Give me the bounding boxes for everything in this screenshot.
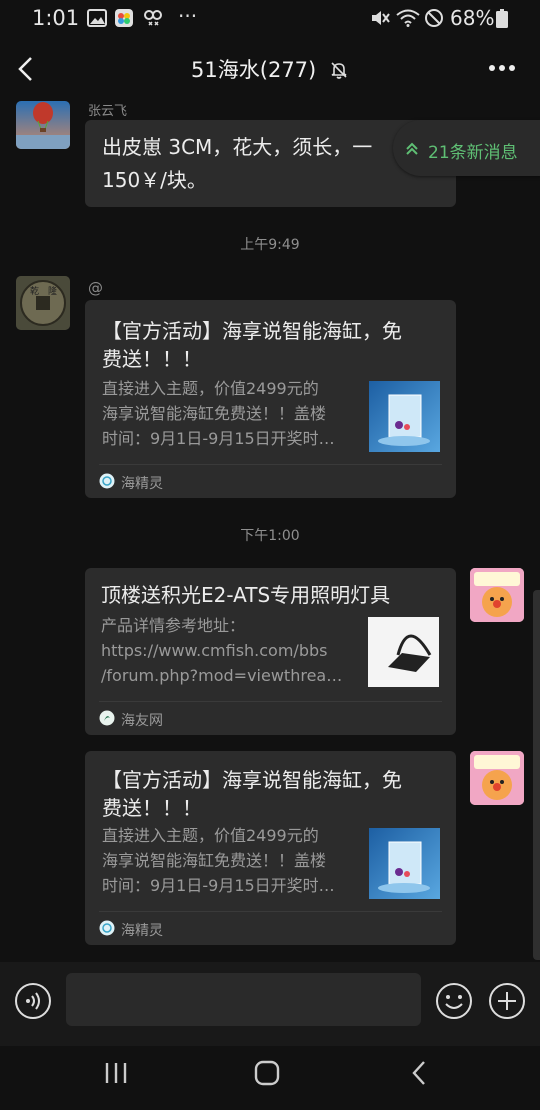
voice-icon[interactable] — [14, 982, 52, 1020]
card-desc: /forum.php?mod=viewthrea… — [101, 666, 343, 685]
aquarium-icon — [378, 841, 430, 893]
card-desc: 直接进入主题，价值2499元的 — [102, 826, 319, 845]
mute-icon — [372, 11, 390, 25]
card-title: 费送！！！ — [102, 347, 202, 371]
card-divider — [99, 464, 442, 465]
message-input[interactable] — [66, 973, 421, 1026]
chat-header: 51海水(277) — [0, 38, 540, 100]
recent-apps-icon[interactable] — [104, 1062, 128, 1084]
card-divider — [99, 701, 442, 702]
gallery-icon — [87, 9, 107, 27]
card-title: 费送！！！ — [102, 796, 202, 820]
card-title: 【官方活动】海享说智能海缸，免 — [102, 768, 402, 792]
hot-air-balloon-icon — [16, 102, 70, 149]
card-source: 海友网 — [121, 713, 163, 729]
link-card[interactable]: 顶楼送积光E2-ATS专用照明灯具 产品详情参考地址： https://www.… — [85, 568, 456, 735]
voicemail-icon — [144, 10, 162, 26]
cartoon-avatar-icon — [470, 751, 524, 805]
scrollbar[interactable] — [533, 590, 540, 960]
svg-text:隆: 隆 — [48, 285, 57, 297]
card-divider — [99, 911, 442, 912]
card-desc: 海享说智能海缸免费送！！盖楼 — [102, 404, 327, 423]
link-card[interactable]: 【官方活动】海享说智能海缸，免 费送！！！ 直接进入主题，价值2499元的 海享… — [85, 300, 456, 498]
status-time: 1:01 — [32, 6, 80, 30]
coin-icon: 乾 隆 — [16, 276, 70, 330]
card-desc: 时间：9月1日-9月15日开奖时… — [102, 429, 335, 448]
time-separator: 上午9:49 — [240, 237, 300, 253]
more-notifications: ··· — [178, 4, 198, 28]
my-avatar[interactable] — [470, 751, 524, 805]
card-thumbnail — [368, 617, 439, 687]
card-desc: https://www.cmfish.com/bbs — [101, 641, 328, 660]
battery-icon — [496, 9, 508, 28]
avatar[interactable] — [16, 101, 70, 149]
chat-title: 51海水(277) — [0, 54, 540, 84]
card-title: 【官方活动】海享说智能海缸，免 — [102, 319, 402, 343]
home-icon[interactable] — [254, 1060, 280, 1086]
cartoon-avatar-icon — [470, 568, 524, 622]
system-nav-bar — [0, 1046, 540, 1110]
card-source: 海精灵 — [121, 476, 163, 492]
svg-text:乾: 乾 — [30, 285, 39, 297]
avatar[interactable]: 乾 隆 — [16, 276, 70, 330]
bell-off-icon — [331, 62, 347, 79]
message-text-line: 150￥/块。 — [102, 168, 207, 192]
do-not-disturb-icon — [425, 9, 443, 27]
message-text-line: 出皮崽 3CM，花大，须长，一 — [102, 135, 373, 159]
card-desc: 时间：9月1日-9月15日开奖时… — [102, 876, 335, 895]
card-thumbnail — [369, 381, 440, 452]
emoji-icon[interactable] — [435, 982, 473, 1020]
sender-name: 张云飞 — [88, 104, 128, 119]
card-title: 顶楼送积光E2-ATS专用照明灯具 — [101, 583, 391, 607]
card-source: 海精灵 — [121, 923, 163, 939]
site-icon — [99, 710, 115, 726]
plus-icon[interactable] — [488, 982, 526, 1020]
link-card[interactable]: 【官方活动】海享说智能海缸，免 费送！！！ 直接进入主题，价值2499元的 海享… — [85, 751, 456, 945]
double-chevron-up-icon — [406, 142, 418, 155]
aquarium-icon — [378, 394, 430, 446]
battery-percent: 68% — [450, 6, 495, 30]
light-fixture-icon — [388, 634, 432, 672]
back-nav-icon[interactable] — [410, 1060, 428, 1086]
new-messages-text: 21条新消息 — [428, 143, 518, 163]
card-desc: 直接进入主题，价值2499元的 — [102, 379, 319, 398]
card-desc: 海享说智能海缸免费送！！盖楼 — [102, 851, 327, 870]
card-thumbnail — [369, 828, 440, 899]
wifi-icon — [396, 9, 420, 27]
mini-program-icon — [99, 473, 115, 489]
card-desc: 产品详情参考地址： — [101, 616, 246, 635]
more-dots-icon[interactable] — [488, 64, 516, 72]
chat-title-text: 51海水(277) — [191, 58, 317, 82]
app-icon — [115, 9, 133, 27]
my-avatar[interactable] — [470, 568, 524, 622]
new-messages-badge[interactable]: 21条新消息 — [393, 120, 540, 176]
time-separator: 下午1:00 — [240, 528, 300, 544]
sender-name: @ — [88, 279, 103, 297]
status-bar: 1:01 ··· 68% — [0, 0, 540, 38]
mini-program-icon — [99, 920, 115, 936]
